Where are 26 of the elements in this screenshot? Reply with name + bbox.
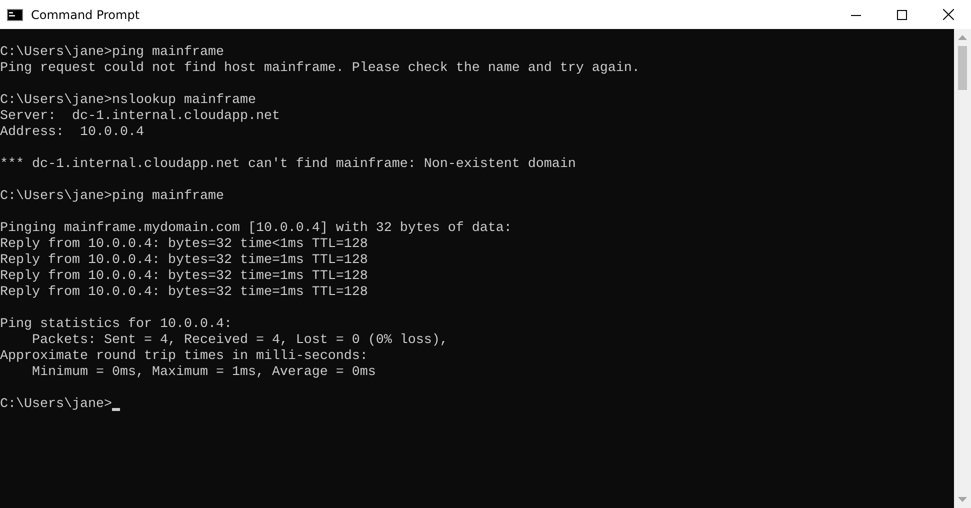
console-line: Reply from 10.0.0.4: bytes=32 time=1ms TTL=128 [0, 253, 369, 269]
console-line: Reply from 10.0.0.4: bytes=32 time=1ms TTL=128 [0, 269, 369, 285]
console-line: Ping statistics for 10.0.0.4: [0, 317, 233, 333]
console-line: Minimum = 0ms, Maximum = 1ms, Average = 0ms [30, 365, 377, 381]
console-line: Ping request could not find host mainframe. Please check the name and try again. [0, 61, 641, 77]
command-prompt: C:\Users\jane> [0, 397, 112, 413]
vertical-scrollbar[interactable] [954, 29, 971, 508]
console-line: Reply from 10.0.0.4: bytes=32 time<1ms TTL=128 [0, 237, 369, 253]
scrollbar-thumb[interactable] [958, 46, 967, 90]
console-line: *** dc-1.internal.cloudapp.net can't find mainframe: Non-existent domain [0, 157, 577, 173]
console-line: C:\Users\jane>ping mainframe [0, 189, 225, 205]
maximize-icon [897, 10, 907, 20]
console-line: C:\Users\jane>ping mainframe [0, 45, 225, 61]
console-line: Address: 10.0.0.4 [0, 125, 145, 141]
console-line: Pinging mainframe.mydomain.com [10.0.0.4] with 32 bytes of data: [0, 221, 513, 237]
scroll-down-icon[interactable] [958, 497, 967, 502]
window-title: Command Prompt [31, 8, 140, 22]
console-line: Packets: Sent = 4, Received = 4, Lost = 0 (0% loss), [30, 333, 449, 349]
console-line: C:\Users\jane>nslookup mainframe [0, 93, 257, 109]
close-icon [942, 9, 954, 20]
scroll-up-icon[interactable] [958, 35, 967, 40]
console-app-icon [7, 8, 23, 20]
console-line: Approximate round trip times in milli-seconds: [0, 349, 369, 365]
console-line: Reply from 10.0.0.4: bytes=32 time=1ms TTL=128 [0, 285, 369, 301]
console-line: Server: dc-1.internal.cloudapp.net [0, 109, 281, 125]
text-cursor [112, 408, 120, 411]
